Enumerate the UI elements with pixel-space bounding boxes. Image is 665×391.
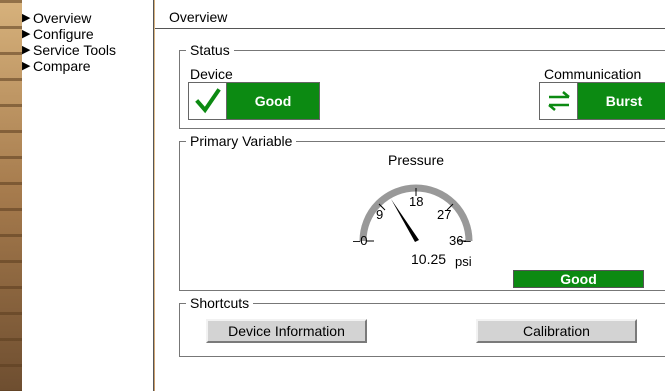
device-status-tile: Good [188, 82, 320, 120]
gauge-tick-9: 9 [376, 207, 384, 222]
communication-label: Communication [544, 66, 642, 82]
nav-item-label: Configure [33, 26, 94, 42]
nav-item-overview[interactable]: ▶ Overview [22, 10, 153, 26]
navigation-tree: ▶ Overview ▶ Configure ▶ Service Tools ▶ Com… [22, 0, 154, 391]
triangle-right-icon: ▶ [22, 12, 31, 24]
device-information-button[interactable]: Device Information [206, 319, 367, 343]
shortcuts-legend: Shortcuts [190, 295, 250, 311]
triangle-right-icon: ▶ [22, 44, 31, 56]
nav-item-label: Service Tools [33, 42, 117, 58]
gauge-unit: psi [455, 254, 472, 269]
pv-status-badge: Good [513, 270, 644, 288]
nav-item-label: Overview [33, 10, 92, 26]
device-status-value: Good [227, 83, 319, 119]
communication-status-tile: Burst [539, 82, 665, 120]
gauge-tick-36: 36– [449, 233, 471, 248]
exchange-arrows-icon [540, 83, 578, 119]
gauge-tick-27: 27 [437, 207, 452, 222]
nav-item-service-tools[interactable]: ▶ Service Tools [22, 42, 153, 58]
status-group-legend: Status [190, 42, 230, 58]
check-icon [189, 83, 227, 119]
gauge-value: 10.25 [411, 251, 447, 267]
triangle-right-icon: ▶ [22, 28, 31, 40]
calibration-button[interactable]: Calibration [476, 319, 637, 343]
pv-name: Pressure [388, 152, 445, 168]
triangle-right-icon: ▶ [22, 60, 31, 72]
communication-status-value: Burst [578, 83, 665, 119]
primary-variable-legend: Primary Variable [190, 133, 293, 149]
background-decoration [0, 0, 22, 391]
nav-item-compare[interactable]: ▶ Compare [22, 58, 153, 74]
pressure-gauge: –0 9 18 27 36– 10.25 psi [351, 175, 481, 275]
gauge-tick-18: 18 [409, 194, 424, 209]
device-label: Device [190, 66, 233, 82]
nav-item-configure[interactable]: ▶ Configure [22, 26, 153, 42]
page-title: Overview [155, 0, 665, 29]
gauge-tick-0: –0 [353, 233, 368, 248]
nav-item-label: Compare [33, 58, 91, 74]
main-panel: Overview Status Device Good Communicatio… [155, 0, 665, 391]
